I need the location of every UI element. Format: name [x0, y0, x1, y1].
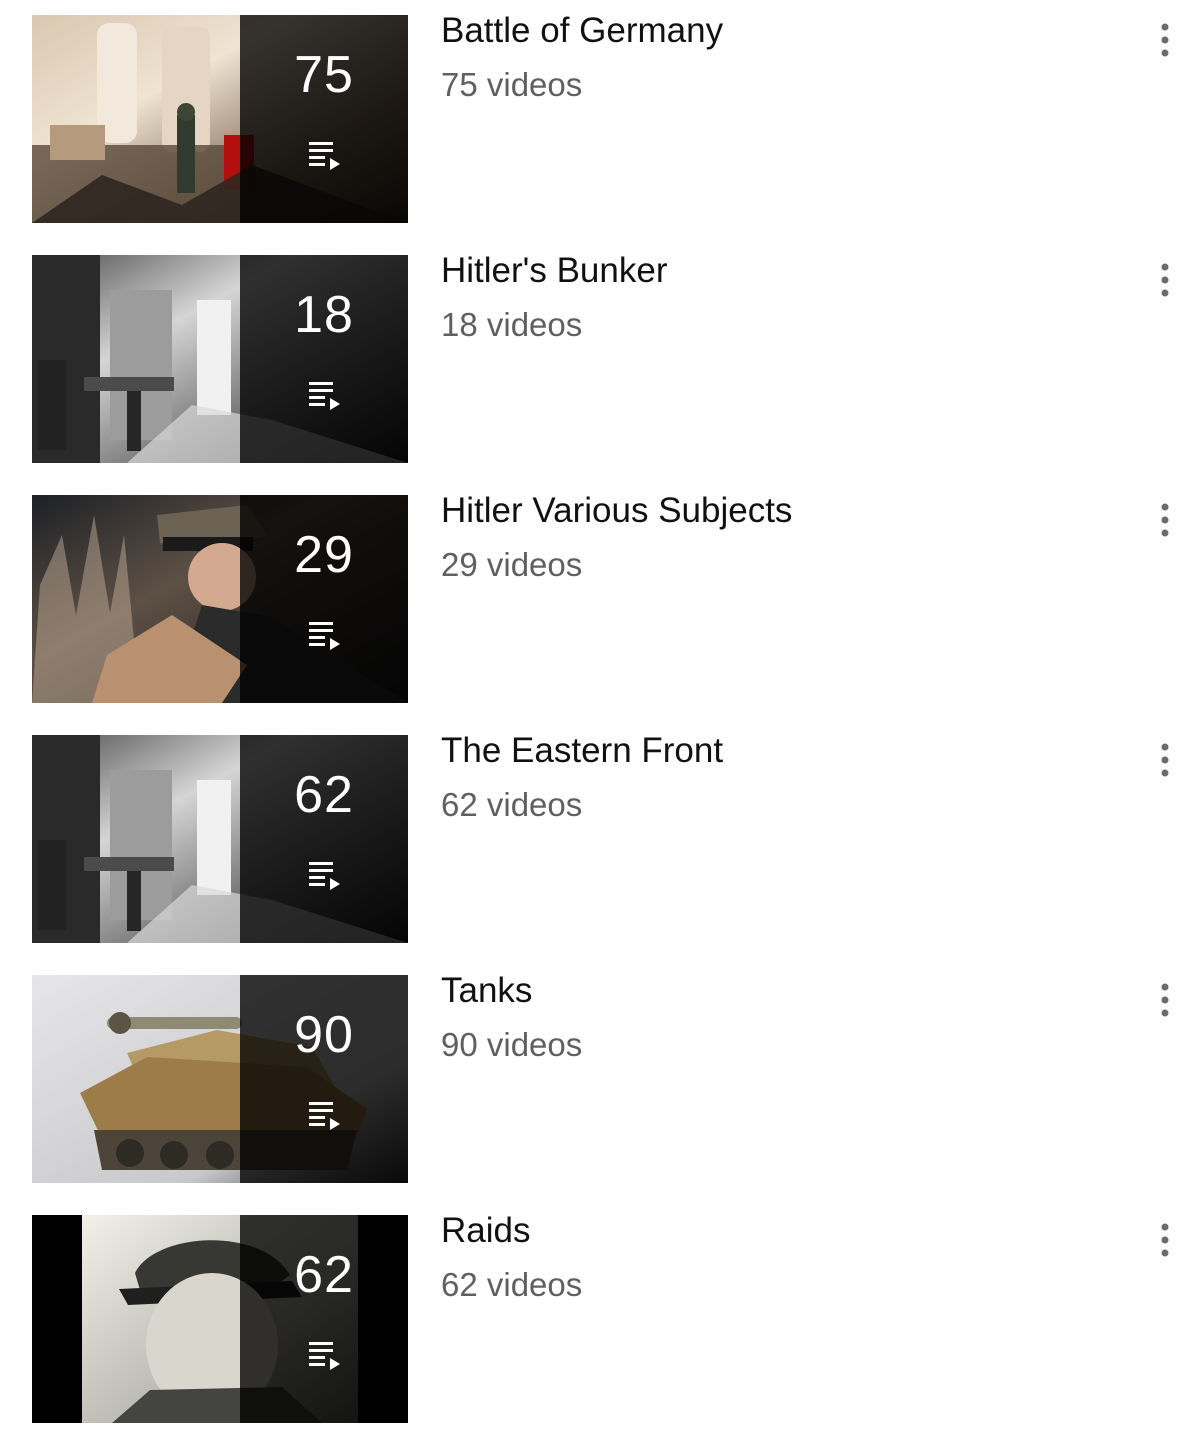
playlist-row-the-eastern-front[interactable]: 62 The Eastern Front 62 videos [0, 720, 1200, 943]
thumbnail-overlay: 75 [240, 15, 408, 223]
video-count: 62 [294, 1246, 354, 1304]
video-count: 90 [294, 1006, 354, 1064]
thumbnail-overlay: 90 [240, 975, 408, 1183]
playlist-title[interactable]: Hitler Various Subjects [441, 488, 1101, 534]
video-count: 62 [294, 766, 354, 824]
thumbnail-overlay: 62 [240, 735, 408, 943]
playlist-title[interactable]: Raids [441, 1208, 1101, 1254]
video-count-label: 90 videos [441, 1026, 583, 1063]
video-count: 29 [294, 526, 354, 584]
playlist-play-icon [309, 382, 340, 410]
playlist-title[interactable]: Battle of Germany [441, 8, 1101, 54]
more-options-button[interactable] [1146, 260, 1184, 304]
playlist-play-icon [309, 622, 340, 650]
playlist-row-hitlers-bunker[interactable]: 18 Hitler's Bunker 18 videos [0, 240, 1200, 463]
more-options-button[interactable] [1146, 20, 1184, 64]
playlist-title[interactable]: Hitler's Bunker [441, 248, 1101, 294]
playlist-thumbnail[interactable]: 29 [32, 495, 408, 703]
playlist-thumbnail[interactable]: 62 [32, 735, 408, 943]
video-count: 75 [294, 46, 354, 104]
playlist-row-hitler-various-subjects[interactable]: 29 Hitler Various Subjects 29 videos [0, 480, 1200, 703]
video-count: 18 [294, 286, 354, 344]
thumbnail-overlay: 18 [240, 255, 408, 463]
video-count-label: 62 videos [441, 1266, 583, 1303]
playlist-title[interactable]: Tanks [441, 968, 1101, 1014]
thumbnail-overlay: 29 [240, 495, 408, 703]
playlist-play-icon [309, 1342, 340, 1370]
more-vertical-icon [1161, 503, 1169, 537]
playlist-play-icon [309, 1102, 340, 1130]
thumbnail-overlay: 62 [240, 1215, 408, 1423]
playlist-row-tanks[interactable]: 90 Tanks 90 videos [0, 960, 1200, 1183]
more-options-button[interactable] [1146, 1220, 1184, 1264]
playlist-thumbnail[interactable]: 90 [32, 975, 408, 1183]
more-options-button[interactable] [1146, 500, 1184, 544]
more-vertical-icon [1161, 263, 1169, 297]
playlist-play-icon [309, 862, 340, 890]
more-options-button[interactable] [1146, 740, 1184, 784]
video-count-label: 75 videos [441, 66, 583, 103]
video-count-label: 29 videos [441, 546, 583, 583]
playlist-row-battle-of-germany[interactable]: 75 Battle of Germany 75 videos [0, 0, 1200, 223]
video-count-label: 18 videos [441, 306, 583, 343]
playlist-thumbnail[interactable]: 62 [32, 1215, 408, 1423]
more-vertical-icon [1161, 743, 1169, 777]
playlist-thumbnail[interactable]: 75 [32, 15, 408, 223]
playlist-title[interactable]: The Eastern Front [441, 728, 1101, 774]
more-vertical-icon [1161, 23, 1169, 57]
video-count-label: 62 videos [441, 786, 583, 823]
playlist-thumbnail[interactable]: 18 [32, 255, 408, 463]
playlist-play-icon [309, 142, 340, 170]
more-vertical-icon [1161, 1223, 1169, 1257]
more-options-button[interactable] [1146, 980, 1184, 1024]
more-vertical-icon [1161, 983, 1169, 1017]
playlist-row-raids[interactable]: 62 Raids 62 videos [0, 1200, 1200, 1423]
